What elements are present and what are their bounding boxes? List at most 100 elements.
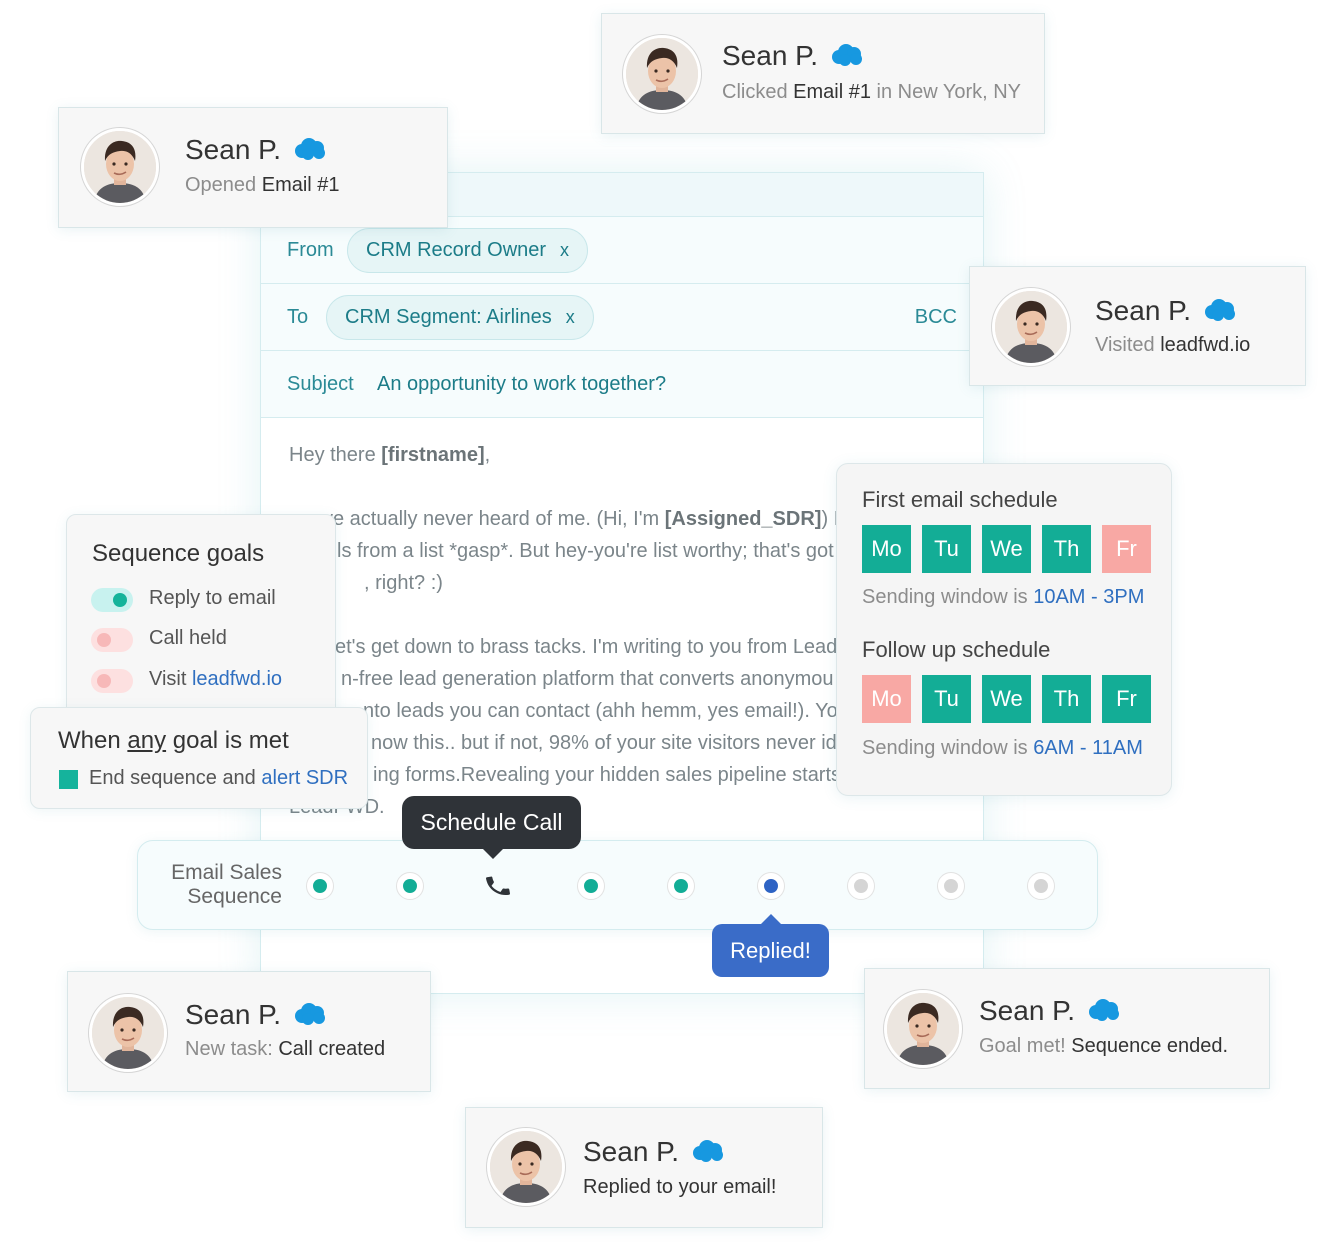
subject-field[interactable]: An opportunity to work together? bbox=[377, 373, 666, 396]
sequence-step[interactable] bbox=[306, 872, 334, 900]
step-dot bbox=[854, 879, 868, 893]
replied-tooltip: Replied! bbox=[712, 914, 829, 977]
phone-icon bbox=[484, 876, 512, 904]
from-chip[interactable]: CRM Record Owner x bbox=[347, 228, 589, 273]
firstname-token: [firstname] bbox=[381, 444, 485, 466]
activity-prefix: Visited bbox=[1095, 334, 1161, 356]
avatar bbox=[623, 35, 701, 113]
to-chip[interactable]: CRM Segment: Airlines x bbox=[326, 295, 594, 340]
activity-text: Visited leadfwd.io bbox=[1095, 334, 1250, 357]
notification-card: Sean P. Visited leadfwd.io bbox=[969, 266, 1306, 386]
remove-to-button[interactable]: x bbox=[566, 307, 575, 327]
subject-row: Subject An opportunity to work together? bbox=[261, 351, 983, 418]
toggle-knob bbox=[113, 593, 127, 607]
avatar bbox=[81, 128, 159, 206]
contact-name-text: Sean P. bbox=[1095, 295, 1192, 326]
sequence-step[interactable] bbox=[1027, 872, 1055, 900]
step-dot bbox=[313, 879, 327, 893]
contact-name-text: Sean P. bbox=[979, 995, 1076, 1026]
first-schedule-title: First email schedule bbox=[862, 487, 1058, 512]
activity-highlight: Email #1 bbox=[261, 174, 340, 196]
sequence-step[interactable] bbox=[667, 872, 695, 900]
end-sequence-checkbox[interactable] bbox=[59, 770, 78, 789]
contact-name: Sean P. bbox=[583, 1136, 725, 1170]
sequence-label: Email Sales Sequence bbox=[154, 861, 282, 909]
goal-label-text: Call held bbox=[149, 627, 227, 649]
notification-card: Sean P. Opened Email #1 bbox=[58, 107, 448, 228]
step-dot bbox=[1034, 879, 1048, 893]
day-toggle[interactable]: Fr bbox=[1102, 525, 1151, 573]
sending-window-value[interactable]: 10AM - 3PM bbox=[1033, 586, 1144, 608]
notification-card: Sean P. Goal met! Sequence ended. bbox=[864, 968, 1270, 1089]
remove-from-button[interactable]: x bbox=[560, 240, 569, 260]
sequence-step-call[interactable] bbox=[484, 872, 512, 900]
day-toggle[interactable]: Fr bbox=[1102, 675, 1151, 723]
sequence-goals-panel: Sequence goals Reply to email Call held … bbox=[66, 514, 336, 728]
day-toggle[interactable]: Tu bbox=[922, 525, 971, 573]
follow-sending-window: Sending window is 6AM - 11AM bbox=[862, 737, 1143, 760]
sequence-step[interactable] bbox=[847, 872, 875, 900]
to-label: To bbox=[287, 306, 309, 328]
cloud-icon bbox=[830, 42, 864, 74]
bcc-button[interactable]: BCC bbox=[915, 306, 957, 329]
sending-window-value[interactable]: 6AM - 11AM bbox=[1033, 737, 1143, 759]
sequence-step[interactable] bbox=[757, 872, 785, 900]
activity-highlight: Email #1 bbox=[793, 81, 871, 103]
goal-label: Visit leadfwd.io bbox=[149, 668, 282, 691]
notification-card: Sean P. Replied to your email! bbox=[465, 1107, 823, 1228]
notification-card: Sean P. Clicked Email #1 in New York, NY bbox=[601, 13, 1045, 134]
activity-prefix: New task: bbox=[185, 1038, 279, 1060]
sequence-step[interactable] bbox=[937, 872, 965, 900]
day-toggle[interactable]: Tu bbox=[922, 675, 971, 723]
day-toggle[interactable]: Mo bbox=[862, 525, 911, 573]
activity-text: Clicked Email #1 in New York, NY bbox=[722, 81, 1021, 104]
avatar bbox=[992, 288, 1070, 366]
goal-met-title: When any goal is met bbox=[58, 727, 289, 755]
to-chip-label: CRM Segment: Airlines bbox=[345, 306, 552, 328]
sequence-bar: Email Sales Sequence bbox=[137, 840, 1098, 930]
goal-toggle[interactable] bbox=[91, 669, 133, 693]
goal-met-prefix: When bbox=[58, 727, 128, 754]
day-toggle[interactable]: Th bbox=[1042, 675, 1091, 723]
sequence-step[interactable] bbox=[577, 872, 605, 900]
cloud-icon bbox=[293, 136, 327, 168]
avatar bbox=[884, 990, 962, 1068]
day-toggle[interactable]: Mo bbox=[862, 675, 911, 723]
goal-toggle[interactable] bbox=[91, 628, 133, 652]
goal-met-emph[interactable]: any bbox=[127, 727, 166, 754]
activity-highlight: Sequence ended. bbox=[1071, 1035, 1229, 1057]
activity-text: Goal met! Sequence ended. bbox=[979, 1035, 1228, 1058]
day-toggle[interactable]: Th bbox=[1042, 525, 1091, 573]
step-dot bbox=[674, 879, 688, 893]
goal-label: Call held bbox=[149, 627, 227, 650]
avatar bbox=[89, 994, 167, 1072]
contact-name-text: Sean P. bbox=[185, 134, 282, 165]
sequence-label-line: Email Sales bbox=[171, 861, 282, 884]
goal-met-action: End sequence and alert SDR bbox=[89, 767, 348, 790]
to-row: To CRM Segment: Airlines x BCC bbox=[261, 284, 983, 351]
subject-label: Subject bbox=[287, 373, 354, 395]
activity-highlight: leadfwd.io bbox=[1160, 334, 1251, 356]
toggle-knob bbox=[97, 633, 111, 647]
avatar bbox=[487, 1128, 565, 1206]
activity-prefix: Opened bbox=[185, 174, 262, 196]
step-dot bbox=[764, 879, 778, 893]
goal-label-text: Reply to email bbox=[149, 587, 276, 609]
day-toggle[interactable]: We bbox=[982, 675, 1031, 723]
greeting-suffix: , bbox=[484, 444, 491, 466]
step-dot bbox=[944, 879, 958, 893]
activity-text: Opened Email #1 bbox=[185, 174, 340, 197]
toggle-knob bbox=[97, 674, 111, 688]
activity-highlight: Call created bbox=[278, 1038, 386, 1060]
sequence-step[interactable] bbox=[396, 872, 424, 900]
activity-prefix: Goal met! bbox=[979, 1035, 1072, 1057]
alert-sdr-link[interactable]: alert SDR bbox=[261, 767, 348, 789]
follow-schedule-title: Follow up schedule bbox=[862, 637, 1051, 662]
goal-label-text: Visit bbox=[149, 668, 192, 690]
visit-link[interactable]: leadfwd.io bbox=[192, 668, 282, 690]
from-label: From bbox=[287, 239, 334, 261]
day-toggle[interactable]: We bbox=[982, 525, 1031, 573]
goal-toggle[interactable] bbox=[91, 588, 133, 612]
step-dot bbox=[403, 879, 417, 893]
cloud-icon bbox=[293, 1001, 327, 1033]
